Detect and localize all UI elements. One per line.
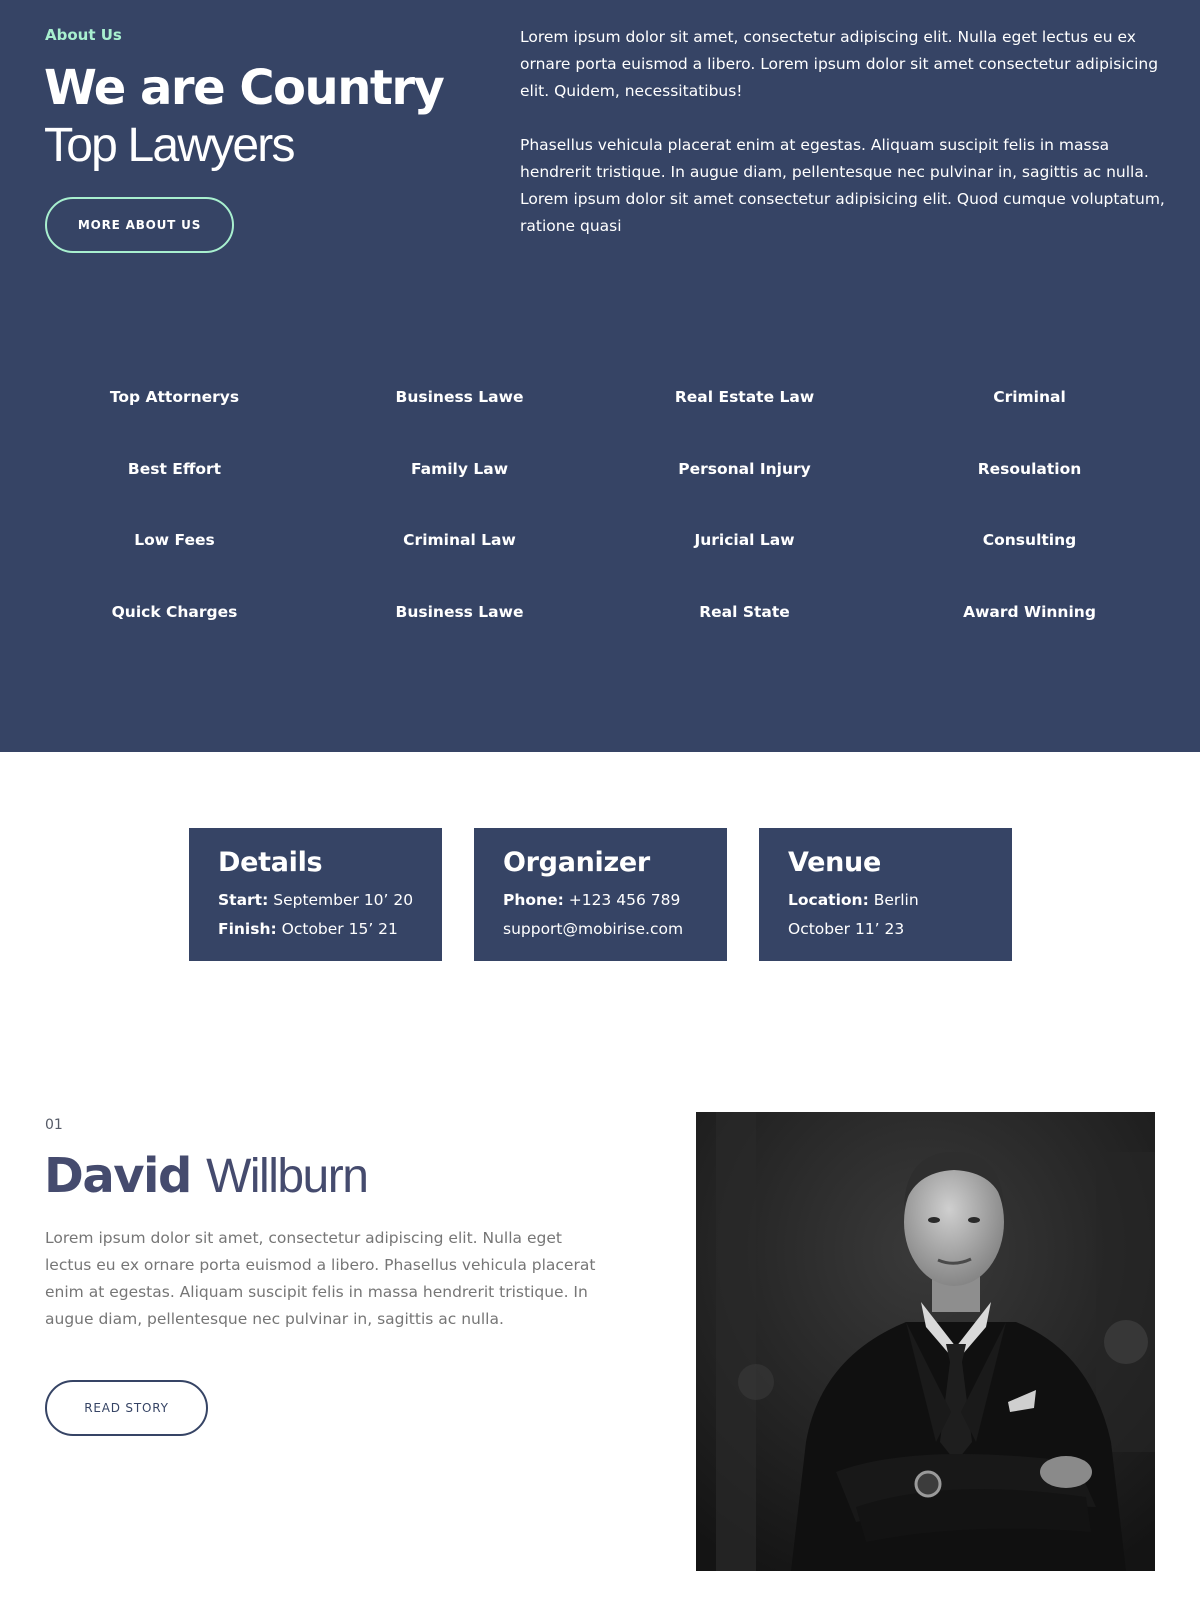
profile-text: Lorem ipsum dolor sit amet, consectetur … xyxy=(45,1229,596,1328)
services-grid: Top Attornerys Business Lawe Real Estate… xyxy=(32,380,1172,666)
card-line-value: +123 456 789 xyxy=(563,891,681,909)
service-item[interactable]: Juricial Law xyxy=(602,523,887,595)
service-item[interactable]: Business Lawe xyxy=(317,380,602,452)
card-line[interactable]: support@mobirise.com xyxy=(503,915,699,944)
profile-name: David Willburn xyxy=(44,1148,369,1204)
service-item[interactable]: Resoulation xyxy=(887,452,1172,524)
card-line-value: October 11’ 23 xyxy=(788,920,905,938)
headline-light: Top Lawyers xyxy=(44,119,295,172)
service-item[interactable]: Consulting xyxy=(887,523,1172,595)
read-story-button[interactable]: READ STORY xyxy=(45,1380,208,1436)
about-text: Lorem ipsum dolor sit amet, consectetur … xyxy=(520,24,1170,267)
card-line: October 11’ 23 xyxy=(788,915,984,944)
card-line-label: Finish: xyxy=(218,920,277,938)
service-item[interactable]: Criminal Law xyxy=(317,523,602,595)
card-line-value: September 10’ 20 xyxy=(268,891,414,909)
card-title: Organizer xyxy=(503,847,650,878)
organizer-card: Organizer Phone: +123 456 789 support@mo… xyxy=(474,828,727,961)
profile-number: 01 xyxy=(45,1117,63,1133)
service-item[interactable]: Family Law xyxy=(317,452,602,524)
service-item[interactable]: Criminal xyxy=(887,380,1172,452)
email-link[interactable]: support@mobirise.com xyxy=(503,920,683,938)
card-line-value: October 15’ 21 xyxy=(276,920,398,938)
service-item[interactable]: Top Attornerys xyxy=(32,380,317,452)
service-item[interactable]: Quick Charges xyxy=(32,595,317,667)
service-item[interactable]: Real State xyxy=(602,595,887,667)
about-section: About Us We are Country Top Lawyers MORE… xyxy=(0,0,1200,752)
card-line: Finish: October 15’ 21 xyxy=(218,915,414,944)
service-item[interactable]: Low Fees xyxy=(32,523,317,595)
card-line: Phone: +123 456 789 xyxy=(503,886,699,915)
service-item[interactable]: Award Winning xyxy=(887,595,1172,667)
details-card: Details Start: September 10’ 20 Finish: … xyxy=(189,828,442,961)
lawyer-portrait-photo xyxy=(696,1112,1155,1571)
card-line: Location: Berlin xyxy=(788,886,984,915)
card-title: Details xyxy=(218,847,323,878)
card-line-label: Start: xyxy=(218,891,269,909)
service-item[interactable]: Business Lawe xyxy=(317,595,602,667)
about-paragraph: Lorem ipsum dolor sit amet, consectetur … xyxy=(520,28,1159,100)
profile-last-name: Willburn xyxy=(206,1150,369,1203)
section-label: About Us xyxy=(45,26,122,44)
about-paragraph: Phasellus vehicula placerat enim at eges… xyxy=(520,136,1165,235)
service-item[interactable]: Personal Injury xyxy=(602,452,887,524)
venue-card: Venue Location: Berlin October 11’ 23 xyxy=(759,828,1012,961)
card-line-label: Phone: xyxy=(503,891,564,909)
service-item[interactable]: Real Estate Law xyxy=(602,380,887,452)
card-line-value: Berlin xyxy=(868,891,919,909)
card-line-label: Location: xyxy=(788,891,869,909)
card-title: Venue xyxy=(788,847,881,878)
card-line: Start: September 10’ 20 xyxy=(218,886,414,915)
profile-first-name: David xyxy=(44,1148,192,1204)
headline-strong: We are Country xyxy=(44,60,445,116)
more-about-button[interactable]: MORE ABOUT US xyxy=(45,197,234,253)
service-item[interactable]: Best Effort xyxy=(32,452,317,524)
